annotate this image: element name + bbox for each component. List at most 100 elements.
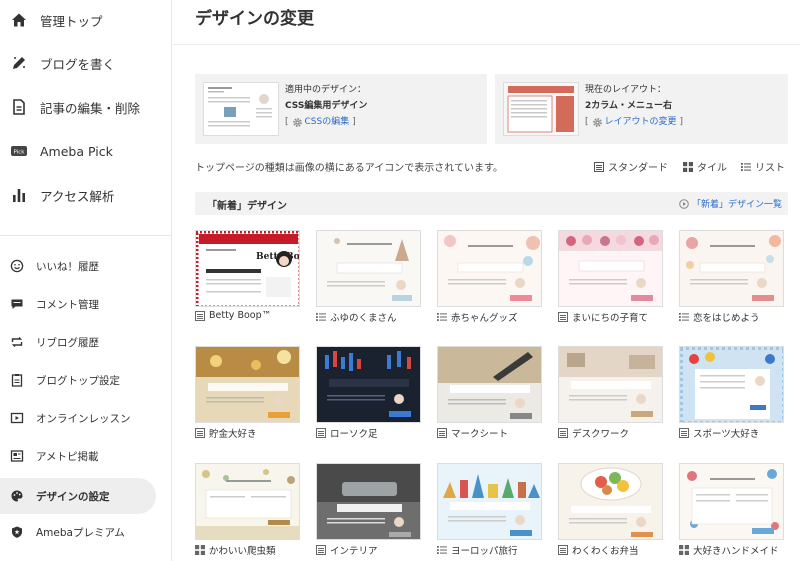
design-thumbnail[interactable]: Betty Boop	[195, 230, 300, 307]
home-icon	[10, 11, 28, 29]
view-tile-label: タイル	[697, 163, 727, 174]
design-name: かわいい爬虫類	[209, 546, 276, 557]
design-caption[interactable]: ヨーロッパ旅行	[437, 543, 547, 557]
sidebar: 管理トップ ブログを書く 記事の編集・削除 Pick Ameba Pick アク…	[0, 0, 172, 561]
standard-icon	[558, 312, 568, 322]
pen-icon	[10, 54, 28, 72]
current-layout-label: 現在のレイアウト：	[585, 85, 667, 95]
current-design-thumbnail	[203, 82, 279, 136]
sidebar-item-online-lesson[interactable]: オンラインレッスン	[0, 400, 172, 436]
design-caption[interactable]: インテリア	[316, 543, 426, 557]
css-edit-link[interactable]: CSSの編集	[292, 114, 349, 130]
design-thumbnail[interactable]	[316, 230, 421, 307]
design-caption[interactable]: デスクワーク	[558, 426, 668, 440]
current-layout-info: 現在のレイアウト： 2カラム・メニュー右 [ レイアウトの変更 ]	[585, 82, 683, 130]
sidebar-item-label: コメント管理	[36, 298, 99, 311]
design-thumbnail[interactable]	[679, 230, 784, 307]
gear-icon	[592, 117, 603, 128]
standard-icon	[558, 428, 568, 438]
list-icon	[316, 312, 326, 322]
sidebar-item-label: いいね！履歴	[36, 260, 99, 273]
sidebar-item-label: 管理トップ	[40, 13, 103, 29]
current-design-panel: 適用中のデザイン： CSS編集用デザイン [ CSSの編集 ]	[195, 74, 487, 144]
design-thumbnail[interactable]	[558, 230, 663, 307]
sidebar-item-reblog-history[interactable]: リブログ履歴	[0, 324, 172, 360]
design-thumbnail[interactable]	[195, 346, 300, 423]
sidebar-item-edit-articles[interactable]: 記事の編集・削除	[0, 87, 172, 127]
standard-icon	[316, 428, 326, 438]
design-thumbnail[interactable]	[558, 346, 663, 423]
design-caption[interactable]: ふゆのくまさん	[316, 310, 426, 324]
page-title: デザインの変更	[195, 9, 314, 29]
design-name: スポーツ大好き	[693, 429, 760, 440]
layout-change-link[interactable]: レイアウトの変更	[592, 114, 677, 130]
design-name: 大好きハンドメイド	[693, 546, 779, 557]
reblog-icon	[10, 335, 24, 349]
view-legend-standard: スタンダード	[594, 159, 668, 174]
design-thumbnail[interactable]	[679, 346, 784, 423]
design-caption[interactable]: 貯金大好き	[195, 426, 305, 440]
design-caption[interactable]: ローソク足	[316, 426, 426, 440]
design-thumbnail[interactable]	[316, 463, 421, 540]
sidebar-item-label: デザインの設定	[36, 490, 110, 503]
sidebar-item-design-settings[interactable]: デザインの設定	[0, 478, 156, 514]
page-type-hint: トップページの種類は画像の横にあるアイコンで表示されています。	[195, 163, 503, 174]
current-design-value: CSS編集用デザイン	[285, 101, 368, 111]
design-caption[interactable]: かわいい爬虫類	[195, 543, 305, 557]
sidebar-item-blog-top-settings[interactable]: ブログトップ設定	[0, 362, 172, 398]
sidebar-item-write-blog[interactable]: ブログを書く	[0, 43, 172, 83]
sidebar-item-like-history[interactable]: いいね！履歴	[0, 248, 172, 284]
pick-icon: Pick	[10, 142, 28, 160]
current-layout-value: 2カラム・メニュー右	[585, 101, 672, 111]
title-divider	[173, 44, 800, 45]
current-design-info: 適用中のデザイン： CSS編集用デザイン [ CSSの編集 ]	[285, 82, 367, 130]
new-designs-list-link[interactable]: 「新着」デザイン一覧	[679, 197, 782, 210]
standard-icon	[437, 428, 447, 438]
view-legend-list: リスト	[741, 159, 785, 174]
design-caption[interactable]: 恋をはじめよう	[679, 310, 789, 324]
design-name: ふゆのくまさん	[330, 313, 397, 324]
new-designs-title: 「新着」デザイン	[207, 201, 287, 212]
design-thumbnail[interactable]	[437, 230, 542, 307]
clipboard-icon	[10, 373, 24, 387]
design-caption[interactable]: 赤ちゃんグッズ	[437, 310, 547, 324]
design-caption[interactable]: スポーツ大好き	[679, 426, 789, 440]
sidebar-item-ametopi[interactable]: アメトピ掲載	[0, 438, 172, 474]
document-icon	[10, 98, 28, 116]
design-caption[interactable]: わくわくお弁当	[558, 543, 668, 557]
tile-icon	[683, 161, 693, 172]
sidebar-item-access-analysis[interactable]: アクセス解析	[0, 175, 172, 215]
design-name: Betty Boop™	[209, 310, 272, 321]
pick-badge-text: Pick	[14, 150, 26, 156]
standard-icon	[558, 545, 568, 555]
sidebar-item-ameba-premium[interactable]: Amebaプレミアム	[0, 514, 172, 550]
main-content: デザインの変更 適用中のデザイン： CSS編集用デザイン [CSSの編集] …	[173, 0, 800, 561]
tile-icon	[195, 545, 205, 555]
design-thumbnail[interactable]	[437, 463, 542, 540]
play-circle-icon	[679, 198, 689, 209]
design-caption[interactable]: Betty Boop™	[195, 310, 305, 321]
design-name: わくわくお弁当	[572, 546, 639, 557]
list-icon	[437, 312, 447, 322]
smile-icon	[10, 259, 24, 273]
design-caption[interactable]: 大好きハンドメイド	[679, 543, 789, 557]
design-name: 貯金大好き	[209, 429, 257, 440]
design-thumbnail[interactable]	[316, 346, 421, 423]
list-icon	[741, 162, 751, 172]
design-caption[interactable]: マークシート	[437, 426, 547, 440]
design-caption[interactable]: まいにちの子育て	[558, 310, 668, 324]
sidebar-item-comment-management[interactable]: コメント管理	[0, 286, 172, 322]
sidebar-item-ameba-pick[interactable]: Pick Ameba Pick	[0, 131, 172, 171]
sidebar-item-admin-top[interactable]: 管理トップ	[0, 0, 172, 40]
design-thumbnail[interactable]	[195, 463, 300, 540]
design-thumbnail[interactable]	[437, 346, 542, 423]
sidebar-divider	[0, 235, 172, 236]
list-icon	[679, 312, 689, 322]
view-list-label: リスト	[755, 163, 785, 174]
design-thumbnail[interactable]	[558, 463, 663, 540]
view-legend-tile: タイル	[683, 159, 727, 174]
design-name: 恋をはじめよう	[693, 313, 760, 324]
sidebar-item-label: アメトピ掲載	[36, 450, 99, 463]
design-name: まいにちの子育て	[572, 313, 649, 324]
design-thumbnail[interactable]	[679, 463, 784, 540]
